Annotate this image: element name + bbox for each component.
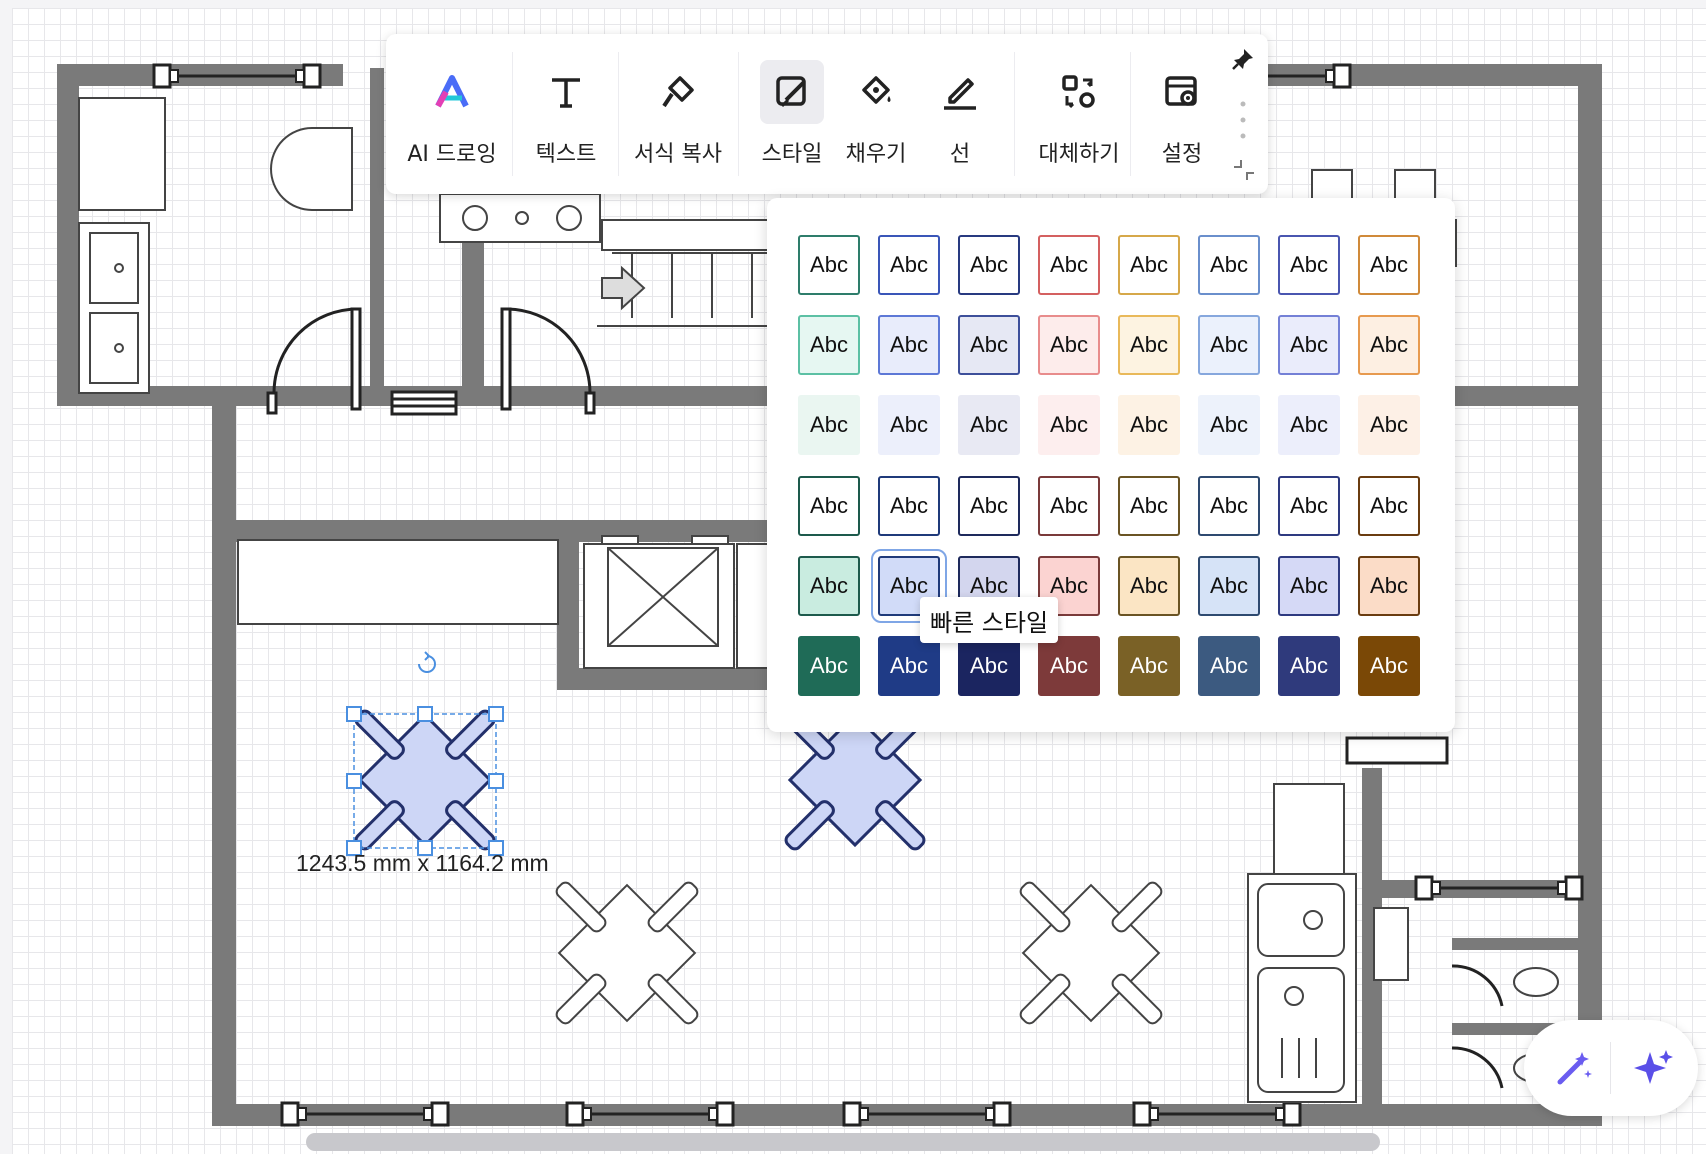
divider: [512, 52, 513, 176]
style-swatch[interactable]: Abc: [1278, 555, 1340, 616]
divider: [618, 52, 619, 176]
style-swatch[interactable]: Abc: [798, 475, 860, 536]
settings-button[interactable]: 설정: [1134, 44, 1230, 184]
style-swatch[interactable]: Abc: [878, 395, 940, 456]
style-swatch[interactable]: Abc: [1278, 395, 1340, 456]
style-swatch[interactable]: Abc: [1198, 555, 1260, 616]
fill-button[interactable]: 채우기: [834, 44, 918, 184]
style-swatch[interactable]: Abc: [958, 235, 1020, 295]
style-swatch[interactable]: Abc: [878, 636, 940, 696]
style-swatch[interactable]: Abc: [958, 636, 1020, 696]
style-swatch[interactable]: Abc: [1358, 475, 1420, 536]
style-swatch[interactable]: Abc: [1038, 235, 1100, 295]
style-swatch[interactable]: Abc: [1118, 555, 1180, 616]
style-swatch[interactable]: Abc: [1198, 235, 1260, 295]
ai-drawing-button[interactable]: AI 드로잉: [396, 44, 508, 184]
style-swatch[interactable]: Abc: [878, 315, 940, 376]
style-swatch[interactable]: Abc: [1038, 395, 1100, 456]
style-swatch[interactable]: Abc: [1358, 395, 1420, 456]
line-pen-icon: [928, 60, 992, 124]
style-swatch[interactable]: Abc: [798, 315, 860, 376]
style-swatch[interactable]: Abc: [1198, 395, 1260, 456]
text-icon: [534, 60, 598, 124]
style-icon: [760, 60, 824, 124]
style-swatch[interactable]: Abc: [1358, 315, 1420, 376]
format-painter-icon: [646, 60, 710, 124]
quick-style-tooltip: 빠른 스타일: [920, 597, 1059, 643]
line-button[interactable]: 선: [920, 44, 1000, 184]
dimension-label: 1243.5 mm x 1164.2 mm: [296, 850, 549, 876]
pin-icon[interactable]: [1230, 46, 1256, 72]
style-swatch[interactable]: Abc: [1278, 475, 1340, 536]
style-swatch[interactable]: Abc: [1278, 315, 1340, 376]
replace-button[interactable]: 대체하기: [1018, 44, 1140, 184]
style-swatch[interactable]: Abc: [1278, 235, 1340, 295]
floating-toolbar: AI 드로잉 텍스트 서식 복사 스타일 채우기 선 대체하기 설정: [386, 34, 1268, 194]
ai-assistant-pill: [1524, 1020, 1698, 1116]
sparkle-icon: [1634, 1050, 1673, 1084]
style-swatch[interactable]: Abc: [1118, 235, 1180, 295]
style-swatch[interactable]: Abc: [1118, 636, 1180, 696]
settings-icon: [1150, 60, 1214, 124]
style-swatch[interactable]: Abc: [1118, 475, 1180, 536]
style-swatch[interactable]: Abc: [878, 475, 940, 536]
style-swatch[interactable]: Abc: [1198, 475, 1260, 536]
magic-wand-button[interactable]: [1544, 1038, 1604, 1098]
format-painter-button[interactable]: 서식 복사: [622, 44, 734, 184]
style-swatch[interactable]: Abc: [1038, 636, 1100, 696]
style-swatch[interactable]: Abc: [958, 315, 1020, 376]
quick-style-panel: Abc Abc Abc Abc Abc Abc Abc Abc Abc Abc Abc Abc Abc A…: [767, 198, 1455, 732]
style-swatch[interactable]: Abc: [1118, 315, 1180, 376]
style-swatch[interactable]: Abc: [1198, 636, 1260, 696]
style-swatch[interactable]: Abc: [1198, 315, 1260, 376]
style-swatch[interactable]: Abc: [1358, 235, 1420, 295]
style-swatch[interactable]: Abc: [1358, 636, 1420, 696]
style-swatch[interactable]: Abc: [798, 395, 860, 456]
fill-bucket-icon: [844, 60, 908, 124]
divider: [1130, 52, 1131, 176]
style-swatch[interactable]: Abc: [958, 395, 1020, 456]
divider: [738, 52, 739, 176]
style-swatch[interactable]: Abc: [1358, 555, 1420, 616]
style-swatch[interactable]: Abc: [1038, 475, 1100, 536]
style-swatch[interactable]: Abc: [798, 235, 860, 295]
text-button[interactable]: 텍스트: [516, 44, 616, 184]
style-swatch[interactable]: Abc: [1038, 315, 1100, 376]
divider: [1610, 1042, 1611, 1094]
collapse-icon[interactable]: [1232, 158, 1256, 182]
style-swatch[interactable]: Abc: [1118, 395, 1180, 456]
ai-drawing-icon: [420, 60, 484, 124]
horizontal-scrollbar[interactable]: [306, 1133, 1380, 1151]
style-swatch[interactable]: Abc: [798, 555, 860, 616]
style-button[interactable]: 스타일: [742, 44, 842, 184]
style-swatch[interactable]: Abc: [798, 636, 860, 696]
sparkle-button[interactable]: [1624, 1038, 1684, 1098]
replace-icon: [1047, 60, 1111, 124]
style-swatch[interactable]: Abc: [1278, 636, 1340, 696]
divider: [1014, 52, 1015, 176]
magic-wand-icon: [1557, 1052, 1592, 1085]
style-swatch[interactable]: Abc: [878, 235, 940, 295]
more-dots-icon[interactable]: [1240, 100, 1246, 140]
style-swatch[interactable]: Abc: [958, 475, 1020, 536]
